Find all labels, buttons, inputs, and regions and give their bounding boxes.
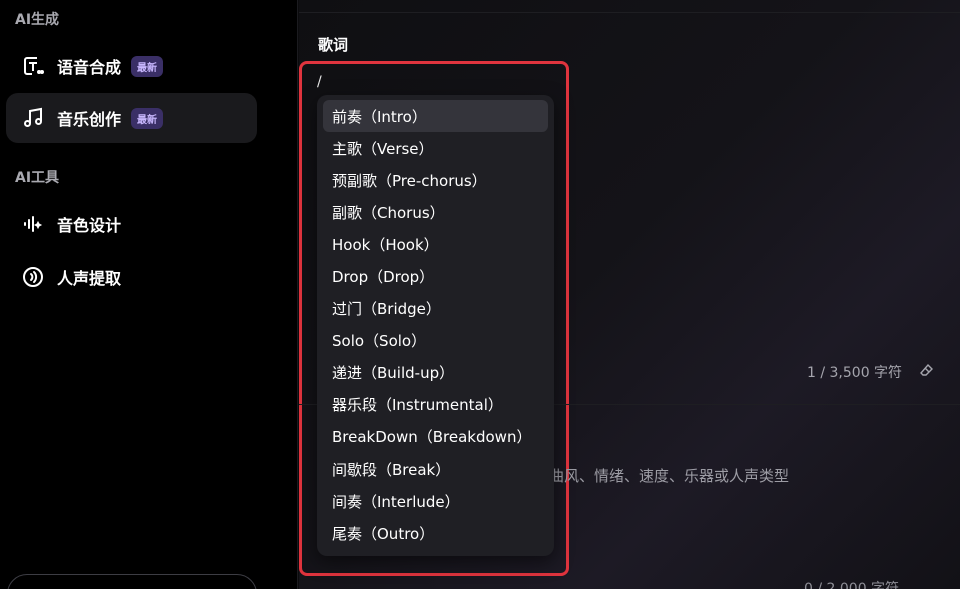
sidebar-item-vocal-extraction[interactable]: 人声提取 (6, 252, 257, 302)
dropdown-item-interlude[interactable]: 间奏（Interlude） (323, 485, 548, 517)
dropdown-item-chorus[interactable]: 副歌（Chorus） (323, 196, 548, 228)
dropdown-item-drop[interactable]: Drop（Drop） (323, 260, 548, 292)
section-title-ai-generate: AI生成 (15, 12, 60, 28)
sidebar-item-music-creation[interactable]: 音乐创作 最新 (6, 93, 257, 143)
lyrics-char-count: 1 / 3,500 字符 (807, 365, 903, 381)
dropdown-item-build-up[interactable]: 递进（Build-up） (323, 357, 548, 389)
section-tag-dropdown: 前奏（Intro） 主歌（Verse） 预副歌（Pre-chorus） 副歌（C… (317, 95, 554, 556)
sidebar-item-label: 语音合成 (57, 58, 122, 77)
dropdown-item-bridge[interactable]: 过门（Bridge） (323, 293, 548, 325)
dropdown-item-break[interactable]: 间歇段（Break） (323, 453, 548, 485)
dropdown-item-solo[interactable]: Solo（Solo） (323, 325, 548, 357)
new-badge: 最新 (131, 55, 164, 77)
divider (299, 12, 960, 13)
dropdown-item-pre-chorus[interactable]: 预副歌（Pre-chorus） (323, 164, 548, 196)
vocal-extract-icon (22, 266, 44, 288)
music-note-icon (22, 107, 44, 129)
sidebar-item-label: 音乐创作 (57, 110, 122, 129)
dropdown-item-verse[interactable]: 主歌（Verse） (323, 132, 548, 164)
dropdown-item-intro[interactable]: 前奏（Intro） (323, 100, 548, 133)
bottom-action-button[interactable] (7, 574, 257, 589)
section-title-ai-tools: AI工具 (15, 170, 60, 186)
sidebar-item-label: 音色设计 (57, 216, 122, 235)
new-badge: 最新 (131, 107, 164, 129)
dropdown-item-outro[interactable]: 尾奏（Outro） (323, 517, 548, 549)
sidebar-item-voice-design[interactable]: 音色设计 (6, 199, 257, 249)
sidebar: AI生成 语音合成 最新 音乐创作 最新 AI工具 音色设计 人声提取 (0, 0, 298, 589)
dropdown-item-instrumental[interactable]: 器乐段（Instrumental） (323, 389, 548, 421)
style-input-placeholder[interactable]: 曲风、情绪、速度、乐器或人声类型 (549, 465, 789, 486)
eraser-icon[interactable] (919, 362, 935, 378)
sidebar-item-label: 人声提取 (57, 269, 122, 288)
dropdown-item-hook[interactable]: Hook（Hook） (323, 228, 548, 260)
voice-design-icon (22, 213, 44, 235)
lyrics-title: 歌词 (318, 36, 349, 54)
app: AI生成 语音合成 最新 音乐创作 最新 AI工具 音色设计 人声提取 歌词 /… (0, 0, 960, 589)
style-char-count: 0 / 2,000 字符 (804, 581, 900, 589)
text-to-speech-icon (22, 55, 44, 77)
sidebar-item-speech-synthesis[interactable]: 语音合成 最新 (6, 41, 257, 91)
dropdown-item-breakdown[interactable]: BreakDown（Breakdown） (323, 421, 548, 453)
